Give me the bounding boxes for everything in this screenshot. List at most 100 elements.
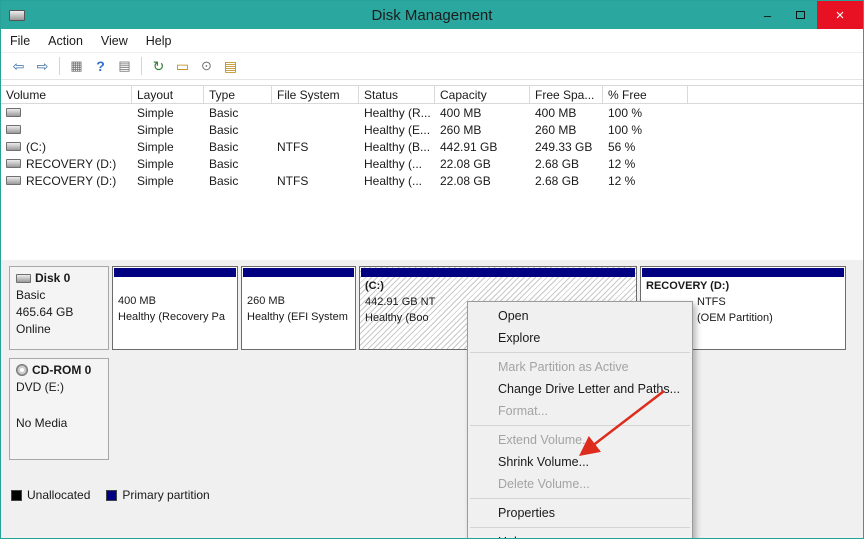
disk0-size: 465.64 GB (16, 305, 108, 319)
menu-item-shrink-volume[interactable]: Shrink Volume... (468, 451, 692, 473)
minimize-button[interactable]: – (751, 1, 784, 29)
menu-separator (470, 527, 690, 528)
show-console-tree-icon[interactable]: ▦ (66, 56, 87, 77)
cell-filesystem: NTFS (272, 140, 359, 154)
column-header-filler (688, 86, 864, 103)
partition-recovery-400mb[interactable]: 400 MB Healthy (Recovery Pa (112, 266, 238, 350)
cell-status: Healthy (E... (359, 123, 435, 137)
legend-primary-partition: Primary partition (106, 488, 209, 502)
titlebar: Disk Management – × (1, 1, 863, 29)
find-icon[interactable]: ⊙ (196, 56, 217, 77)
toolbar-separator (59, 57, 60, 75)
forward-icon[interactable]: ⇨ (32, 56, 53, 77)
primary-partition-band (243, 268, 354, 277)
menu-item-change-drive-letter[interactable]: Change Drive Letter and Paths... (468, 378, 692, 400)
export-list-icon[interactable]: ▤ (220, 56, 241, 77)
column-header-volume[interactable]: Volume (1, 86, 132, 103)
cdrom-panel[interactable]: CD-ROM 0 DVD (E:) No Media (9, 358, 109, 460)
cell-capacity: 22.08 GB (435, 174, 530, 188)
menu-item-delete-volume[interactable]: Delete Volume... (468, 473, 692, 495)
cell-freespace: 2.68 GB (530, 157, 603, 171)
cdrom-name: CD-ROM 0 (32, 363, 91, 377)
volume-row[interactable]: RECOVERY (D:) Simple Basic Healthy (... … (1, 155, 864, 172)
disk-icon (16, 274, 31, 283)
cell-capacity: 400 MB (435, 106, 530, 120)
cell-freespace: 249.33 GB (530, 140, 603, 154)
primary-partition-swatch (106, 490, 117, 501)
column-header-freespace[interactable]: Free Spa... (530, 86, 603, 103)
partition-size: 400 MB (113, 293, 237, 309)
menu-item-format[interactable]: Format... (468, 400, 692, 422)
help-icon[interactable]: ? (90, 56, 111, 77)
cell-pctfree: 12 % (603, 157, 688, 171)
cell-status: Healthy (... (359, 174, 435, 188)
unallocated-swatch (11, 490, 22, 501)
maximize-button[interactable] (784, 1, 817, 29)
column-header-pctfree[interactable]: % Free (603, 86, 688, 103)
cell-pctfree: 56 % (603, 140, 688, 154)
disk0-name: Disk 0 (35, 271, 70, 285)
primary-partition-band (361, 268, 635, 277)
cell-capacity: 260 MB (435, 123, 530, 137)
cell-type: Basic (204, 174, 272, 188)
cell-type: Basic (204, 106, 272, 120)
volume-row[interactable]: Simple Basic Healthy (R... 400 MB 400 MB… (1, 104, 864, 121)
show-action-pane-icon[interactable]: ▤ (114, 56, 135, 77)
disk0-kind: Basic (16, 288, 108, 302)
toolbar: ⇦ ⇨ ▦ ? ▤ ↻ ▭ ⊙ ▤ (1, 53, 863, 80)
disk0-status: Online (16, 322, 108, 336)
menu-action[interactable]: Action (39, 29, 92, 53)
column-header-status[interactable]: Status (359, 86, 435, 103)
disk-icon (6, 142, 21, 151)
menu-item-mark-partition-active[interactable]: Mark Partition as Active (468, 356, 692, 378)
disk-management-window: Disk Management – × File Action View Hel… (0, 0, 864, 539)
menu-separator (470, 498, 690, 499)
cell-capacity: 442.91 GB (435, 140, 530, 154)
cell-type: Basic (204, 123, 272, 137)
cell-status: Healthy (... (359, 157, 435, 171)
cell-type: Basic (204, 157, 272, 171)
menu-separator (470, 352, 690, 353)
cell-capacity: 22.08 GB (435, 157, 530, 171)
legend-primary-label: Primary partition (122, 488, 209, 502)
column-header-type[interactable]: Type (204, 86, 272, 103)
cell-layout: Simple (132, 123, 204, 137)
column-header-filesystem[interactable]: File System (272, 86, 359, 103)
cell-freespace: 260 MB (530, 123, 603, 137)
cell-freespace: 400 MB (530, 106, 603, 120)
context-menu: Open Explore Mark Partition as Active Ch… (467, 301, 693, 539)
cell-layout: Simple (132, 157, 204, 171)
cd-icon (16, 364, 28, 376)
disk0-panel[interactable]: Disk 0 Basic 465.64 GB Online (9, 266, 109, 350)
disk-icon (6, 125, 21, 134)
cell-layout: Simple (132, 106, 204, 120)
volume-row[interactable]: (C:) Simple Basic NTFS Healthy (B... 442… (1, 138, 864, 155)
menu-item-extend-volume[interactable]: Extend Volume... (468, 429, 692, 451)
volume-row[interactable]: RECOVERY (D:) Simple Basic NTFS Healthy … (1, 172, 864, 189)
menu-item-properties[interactable]: Properties (468, 502, 692, 524)
menu-file[interactable]: File (1, 29, 39, 53)
legend-unallocated-label: Unallocated (27, 488, 90, 502)
volume-name: RECOVERY (D:) (26, 157, 116, 171)
menu-item-help[interactable]: Help (468, 531, 692, 539)
refresh-icon[interactable]: ↻ (148, 56, 169, 77)
volume-row[interactable]: Simple Basic Healthy (E... 260 MB 260 MB… (1, 121, 864, 138)
open-folder-icon[interactable]: ▭ (172, 56, 193, 77)
menu-item-open[interactable]: Open (468, 305, 692, 327)
column-header-layout[interactable]: Layout (132, 86, 204, 103)
legend: Unallocated Primary partition (11, 488, 210, 502)
menu-help[interactable]: Help (137, 29, 181, 53)
close-button[interactable]: × (817, 1, 863, 29)
volume-list-header: Volume Layout Type File System Status Ca… (1, 85, 864, 104)
cell-layout: Simple (132, 174, 204, 188)
menu-item-explore[interactable]: Explore (468, 327, 692, 349)
window-controls: – × (751, 1, 863, 29)
menu-view[interactable]: View (92, 29, 137, 53)
partition-label: RECOVERY (D:) (641, 278, 845, 294)
back-icon[interactable]: ⇦ (8, 56, 29, 77)
partition-efi-260mb[interactable]: 260 MB Healthy (EFI System (241, 266, 356, 350)
partition-status: Healthy (EFI System (242, 309, 355, 325)
cell-status: Healthy (B... (359, 140, 435, 154)
column-header-capacity[interactable]: Capacity (435, 86, 530, 103)
volume-name: (C:) (26, 140, 46, 154)
